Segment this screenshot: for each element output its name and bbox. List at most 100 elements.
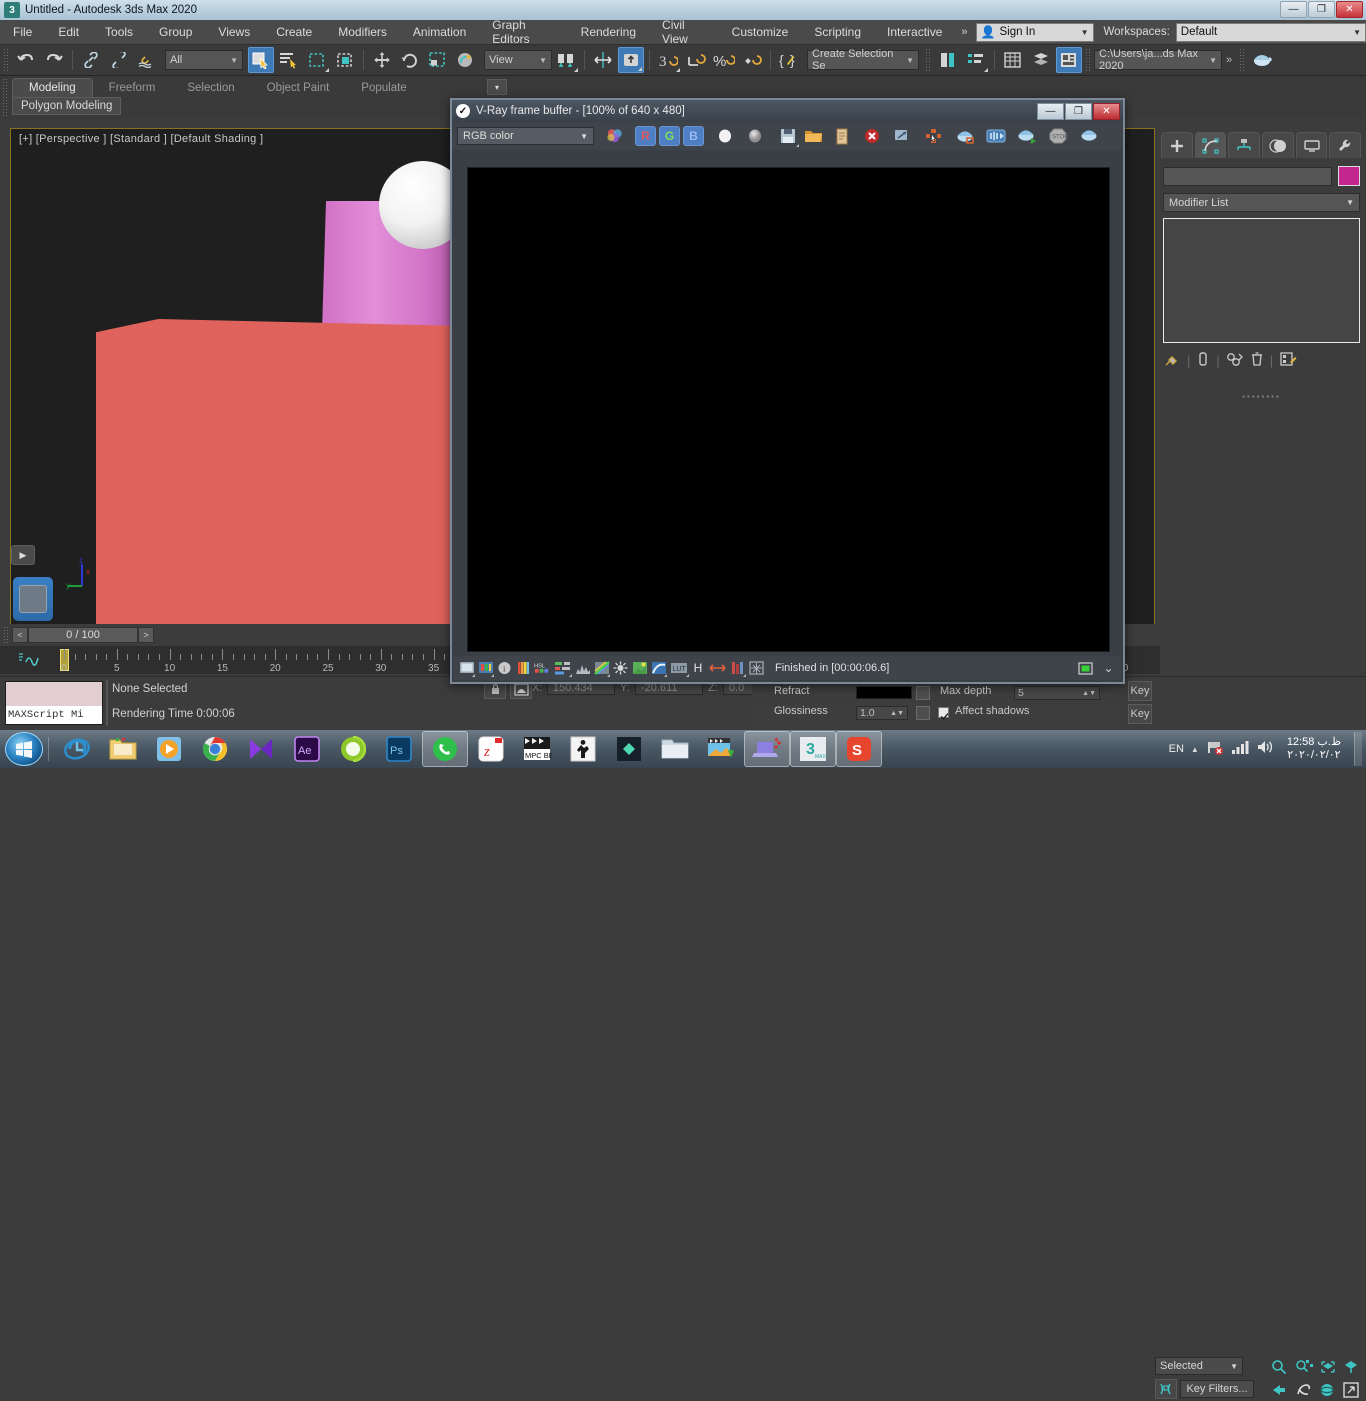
photoshop-icon[interactable]: Ps [376,731,422,767]
tab-freeform[interactable]: Freeform [93,78,172,97]
alpha-channel-icon[interactable] [713,125,736,147]
project-path-select[interactable]: C:\Users\ja...ds Max 2020 ▼ [1094,48,1222,72]
snap-toggle-icon[interactable]: 3 [655,47,681,73]
zoom-extents-icon[interactable] [1319,1359,1337,1378]
show-end-result-icon[interactable] [1196,351,1210,370]
minimize-button[interactable]: — [1280,1,1307,18]
clear-image-icon[interactable] [860,125,883,147]
media-converter-icon[interactable] [698,731,744,767]
ribbon-more-icon[interactable]: ▾ [487,79,507,95]
monochrome-icon[interactable] [743,125,766,147]
select-scale-icon[interactable] [425,47,451,73]
select-object-icon[interactable] [248,47,274,73]
color-balance-icon[interactable] [593,660,610,677]
select-move-icon[interactable] [369,47,395,73]
taskbar-clock[interactable]: 12:58 ظ.ب ٢٠٢٠/٠٢/٠٢ [1281,736,1347,762]
affect-shadows-checkbox[interactable] [938,707,949,720]
viewport-navigation-cube[interactable] [13,577,53,621]
orbit-icon[interactable] [1295,1382,1311,1401]
maximize-viewport-icon[interactable] [1343,1382,1359,1401]
vfb-channel-select[interactable]: RGB color ▼ [457,127,594,145]
zapya-icon[interactable]: z [468,731,514,767]
close-button[interactable]: ✕ [1336,1,1363,18]
white-balance-icon[interactable] [631,660,648,677]
toolbar-grip[interactable] [1239,48,1246,72]
stop-render-icon[interactable]: STOP [1046,125,1069,147]
color-corrections-icon[interactable] [515,660,532,677]
counter-strike-icon[interactable] [560,731,606,767]
hue-sat-icon[interactable] [650,660,667,677]
show-desktop-button[interactable] [1354,732,1362,766]
load-image-icon[interactable] [802,125,825,147]
toolbar-grip[interactable] [1085,48,1091,72]
tab-object-paint[interactable]: Object Paint [251,78,346,97]
start-orb-icon[interactable] [5,732,43,766]
glossiness-spinner[interactable]: 1.0 ▲▼ [856,706,908,720]
motion-tab[interactable] [1262,132,1294,158]
snagit-icon[interactable]: S [836,731,882,767]
hsl-icon[interactable]: HSL [534,660,551,677]
ribbon-grip[interactable] [2,78,8,116]
key-mode-select[interactable]: Selected ▼ [1155,1357,1243,1375]
show-raw-icon[interactable] [458,660,475,677]
max-depth-spinner[interactable]: 5 ▲▼ [1014,686,1100,700]
zoom-all-icon[interactable] [1295,1359,1313,1378]
menu-item-graph-editors[interactable]: Graph Editors [479,18,567,46]
menu-item-civil-view[interactable]: Civil View [649,18,719,46]
use-pivot-icon[interactable] [553,47,579,73]
arc-rotate-icon[interactable] [1319,1382,1335,1401]
folder-icon[interactable] [652,731,698,767]
viewport-label[interactable]: [+] [Perspective ] [Standard ] [Default … [19,133,263,145]
toolbar-overflow-icon[interactable]: » [1222,54,1236,66]
toolbar-grip[interactable] [925,48,931,72]
named-selection-icon[interactable]: {} [776,47,802,73]
render-last-icon[interactable] [953,125,976,147]
unlink-icon[interactable] [106,47,132,73]
open-curve-editor-icon[interactable] [18,651,40,670]
make-unique-icon[interactable] [1226,351,1244,370]
menu-item-tools[interactable]: Tools [92,20,146,45]
glossiness-map-button[interactable] [916,706,930,720]
mirror-icon[interactable] [590,47,616,73]
panel-resize-grip[interactable]: ▪▪▪▪▪▪▪▪ [1157,392,1366,401]
menu-item-scripting[interactable]: Scripting [801,20,874,45]
create-tab[interactable] [1161,132,1193,158]
menu-item-group[interactable]: Group [146,20,205,45]
menu-item-customize[interactable]: Customize [719,20,802,45]
after-effects-icon[interactable]: Ae [284,731,330,767]
schematic-view-icon[interactable] [1028,47,1054,73]
hierarchy-tab[interactable] [1228,132,1261,158]
window-crossing-icon[interactable] [332,47,358,73]
align-icon[interactable] [618,47,644,73]
pin-stack-icon[interactable] [1163,351,1181,370]
render-production-icon[interactable] [1249,47,1275,73]
tab-selection[interactable]: Selection [171,78,250,97]
select-by-name-icon[interactable] [276,47,302,73]
signal-icon[interactable] [1231,739,1249,760]
ref-coord-system-select[interactable]: View ▼ [484,50,552,70]
refract-map-button[interactable] [916,686,930,700]
tab-modeling[interactable]: Modeling [12,78,93,97]
configure-modifier-sets-icon[interactable] [1279,351,1297,370]
levels-icon[interactable] [553,660,572,677]
bind-spacewarp-icon[interactable] [134,47,160,73]
prev-frame-button[interactable]: < [12,627,28,643]
vfb-minimize-button[interactable]: — [1037,102,1064,120]
lut-icon[interactable]: LUT [669,660,689,677]
menu-item-create[interactable]: Create [263,20,325,45]
vfb-close-button[interactable]: ✕ [1093,102,1120,120]
material-editor-icon[interactable] [1056,47,1082,73]
modify-tab[interactable] [1194,132,1227,158]
utilities-tab[interactable] [1329,132,1362,158]
show-srgb-icon[interactable] [477,660,494,677]
everything-icon[interactable] [606,731,652,767]
selection-filter-select[interactable]: All ▼ [165,50,243,70]
modifier-list-select[interactable]: Modifier List ▼ [1163,193,1360,212]
nero-icon[interactable] [330,731,376,767]
track-mouse-icon[interactable] [922,125,945,147]
menu-item-interactive[interactable]: Interactive [874,20,955,45]
pixel-info-icon[interactable]: i [496,660,513,677]
set-key-filters-icon[interactable] [1155,1379,1177,1399]
media-player-icon[interactable] [146,731,192,767]
show-hidden-icons-icon[interactable]: ▲ [1191,745,1199,754]
